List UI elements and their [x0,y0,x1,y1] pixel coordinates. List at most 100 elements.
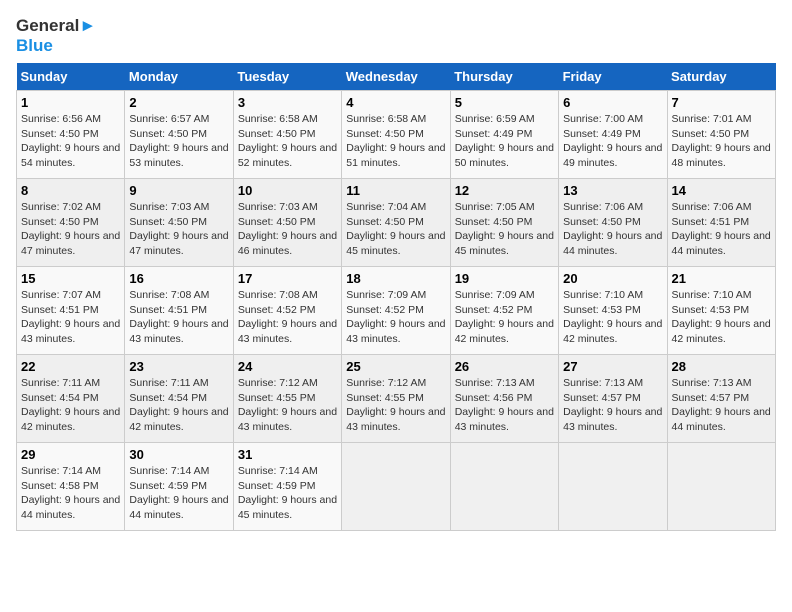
day-number: 17 [238,271,337,286]
day-number: 26 [455,359,554,374]
day-number: 13 [563,183,662,198]
day-number: 23 [129,359,228,374]
day-info: Sunrise: 7:06 AMSunset: 4:51 PMDaylight:… [672,200,771,259]
calendar-cell [342,443,450,531]
day-number: 18 [346,271,445,286]
day-info: Sunrise: 7:04 AMSunset: 4:50 PMDaylight:… [346,200,445,259]
day-info: Sunrise: 7:08 AMSunset: 4:52 PMDaylight:… [238,288,337,347]
day-number: 4 [346,95,445,110]
day-number: 16 [129,271,228,286]
day-info: Sunrise: 6:59 AMSunset: 4:49 PMDaylight:… [455,112,554,171]
logo-blue: Blue [16,36,96,56]
calendar-cell: 20 Sunrise: 7:10 AMSunset: 4:53 PMDayligh… [559,267,667,355]
calendar-cell: 30 Sunrise: 7:14 AMSunset: 4:59 PMDayligh… [125,443,233,531]
calendar-cell: 12 Sunrise: 7:05 AMSunset: 4:50 PMDayligh… [450,179,558,267]
day-number: 31 [238,447,337,462]
day-number: 10 [238,183,337,198]
day-info: Sunrise: 7:06 AMSunset: 4:50 PMDaylight:… [563,200,662,259]
calendar-cell: 18 Sunrise: 7:09 AMSunset: 4:52 PMDayligh… [342,267,450,355]
day-info: Sunrise: 6:58 AMSunset: 4:50 PMDaylight:… [238,112,337,171]
day-number: 11 [346,183,445,198]
day-info: Sunrise: 7:03 AMSunset: 4:50 PMDaylight:… [238,200,337,259]
day-number: 6 [563,95,662,110]
calendar-cell: 22Sunrise: 7:11 AMSunset: 4:54 PMDayligh… [17,355,125,443]
page-header: General► Blue [16,16,776,55]
weekday-header-monday: Monday [125,63,233,91]
weekday-header-tuesday: Tuesday [233,63,341,91]
day-number: 27 [563,359,662,374]
day-info: Sunrise: 7:14 AMSunset: 4:59 PMDaylight:… [238,464,337,523]
calendar-cell: 23 Sunrise: 7:11 AMSunset: 4:54 PMDayligh… [125,355,233,443]
day-info: Sunrise: 7:05 AMSunset: 4:50 PMDaylight:… [455,200,554,259]
day-info: Sunrise: 7:13 AMSunset: 4:56 PMDaylight:… [455,376,554,435]
calendar-cell: 1 Sunrise: 6:56 AMSunset: 4:50 PMDaylight… [17,91,125,179]
calendar-cell: 31 Sunrise: 7:14 AMSunset: 4:59 PMDayligh… [233,443,341,531]
calendar-cell [559,443,667,531]
day-info: Sunrise: 6:57 AMSunset: 4:50 PMDaylight:… [129,112,228,171]
calendar-cell: 8 Sunrise: 7:02 AMSunset: 4:50 PMDaylight… [17,179,125,267]
calendar-week-row: 29 Sunrise: 7:14 AMSunset: 4:58 PMDayligh… [17,443,776,531]
day-number: 9 [129,183,228,198]
calendar-week-row: 1 Sunrise: 6:56 AMSunset: 4:50 PMDaylight… [17,91,776,179]
day-number: 24 [238,359,337,374]
day-info: Sunrise: 7:12 AMSunset: 4:55 PMDaylight:… [238,376,337,435]
calendar-cell: 4 Sunrise: 6:58 AMSunset: 4:50 PMDaylight… [342,91,450,179]
day-number: 2 [129,95,228,110]
day-info: Sunrise: 6:58 AMSunset: 4:50 PMDaylight:… [346,112,445,171]
day-number: 15 [21,271,120,286]
day-info: Sunrise: 7:13 AMSunset: 4:57 PMDaylight:… [672,376,771,435]
calendar-cell: 9 Sunrise: 7:03 AMSunset: 4:50 PMDaylight… [125,179,233,267]
weekday-header-friday: Friday [559,63,667,91]
calendar-week-row: 8 Sunrise: 7:02 AMSunset: 4:50 PMDaylight… [17,179,776,267]
weekday-header-thursday: Thursday [450,63,558,91]
calendar-cell: 16Sunrise: 7:08 AMSunset: 4:51 PMDayligh… [125,267,233,355]
day-info: Sunrise: 7:11 AMSunset: 4:54 PMDaylight:… [21,376,120,435]
day-info: Sunrise: 7:03 AMSunset: 4:50 PMDaylight:… [129,200,228,259]
calendar-cell: 7 Sunrise: 7:01 AMSunset: 4:50 PMDaylight… [667,91,775,179]
day-number: 5 [455,95,554,110]
calendar-cell [667,443,775,531]
day-number: 29 [21,447,120,462]
day-info: Sunrise: 7:02 AMSunset: 4:50 PMDaylight:… [21,200,120,259]
calendar-cell: 21Sunrise: 7:10 AMSunset: 4:53 PMDayligh… [667,267,775,355]
day-info: Sunrise: 7:13 AMSunset: 4:57 PMDaylight:… [563,376,662,435]
day-number: 30 [129,447,228,462]
weekday-header-wednesday: Wednesday [342,63,450,91]
day-info: Sunrise: 7:09 AMSunset: 4:52 PMDaylight:… [455,288,554,347]
calendar-cell: 6Sunrise: 7:00 AMSunset: 4:49 PMDaylight… [559,91,667,179]
calendar-cell: 28 Sunrise: 7:13 AMSunset: 4:57 PMDayligh… [667,355,775,443]
day-info: Sunrise: 7:14 AMSunset: 4:59 PMDaylight:… [129,464,228,523]
day-number: 28 [672,359,771,374]
calendar-cell: 15Sunrise: 7:07 AMSunset: 4:51 PMDayligh… [17,267,125,355]
calendar-cell: 27 Sunrise: 7:13 AMSunset: 4:57 PMDayligh… [559,355,667,443]
calendar-cell [450,443,558,531]
calendar-cell: 11 Sunrise: 7:04 AMSunset: 4:50 PMDayligh… [342,179,450,267]
day-info: Sunrise: 7:12 AMSunset: 4:55 PMDaylight:… [346,376,445,435]
day-info: Sunrise: 7:01 AMSunset: 4:50 PMDaylight:… [672,112,771,171]
day-info: Sunrise: 7:09 AMSunset: 4:52 PMDaylight:… [346,288,445,347]
day-number: 3 [238,95,337,110]
day-number: 7 [672,95,771,110]
day-number: 8 [21,183,120,198]
weekday-header-saturday: Saturday [667,63,775,91]
day-info: Sunrise: 7:14 AMSunset: 4:58 PMDaylight:… [21,464,120,523]
day-number: 1 [21,95,120,110]
calendar-cell: 19Sunrise: 7:09 AMSunset: 4:52 PMDayligh… [450,267,558,355]
day-number: 12 [455,183,554,198]
day-number: 25 [346,359,445,374]
calendar-cell: 13 Sunrise: 7:06 AMSunset: 4:50 PMDayligh… [559,179,667,267]
calendar-cell: 17 Sunrise: 7:08 AMSunset: 4:52 PMDayligh… [233,267,341,355]
calendar-cell: 14Sunrise: 7:06 AMSunset: 4:51 PMDayligh… [667,179,775,267]
day-number: 20 [563,271,662,286]
day-info: Sunrise: 7:11 AMSunset: 4:54 PMDaylight:… [129,376,228,435]
calendar-table: SundayMondayTuesdayWednesdayThursdayFrid… [16,63,776,531]
calendar-cell: 3 Sunrise: 6:58 AMSunset: 4:50 PMDaylight… [233,91,341,179]
day-info: Sunrise: 7:10 AMSunset: 4:53 PMDaylight:… [672,288,771,347]
logo: General► Blue [16,16,96,55]
day-info: Sunrise: 7:10 AMSunset: 4:53 PMDaylight:… [563,288,662,347]
calendar-cell: 29 Sunrise: 7:14 AMSunset: 4:58 PMDayligh… [17,443,125,531]
calendar-cell: 2 Sunrise: 6:57 AMSunset: 4:50 PMDaylight… [125,91,233,179]
day-info: Sunrise: 6:56 AMSunset: 4:50 PMDaylight:… [21,112,120,171]
logo-general: General► [16,16,96,36]
calendar-week-row: 15Sunrise: 7:07 AMSunset: 4:51 PMDayligh… [17,267,776,355]
